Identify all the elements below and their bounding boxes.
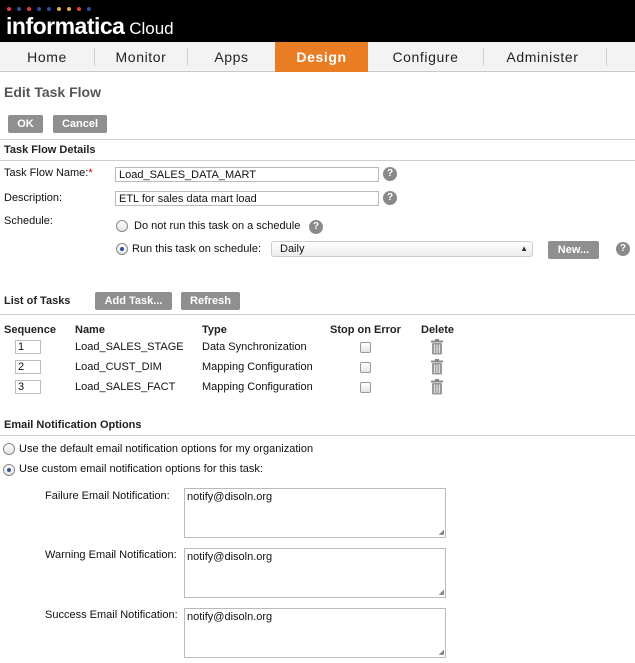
- nav-home[interactable]: Home: [0, 42, 94, 72]
- resize-handle-icon[interactable]: ◢: [439, 649, 444, 656]
- col-header-sequence: Sequence: [4, 324, 56, 336]
- divider: [0, 314, 635, 315]
- no-schedule-label: Do not run this task on a schedule: [134, 220, 301, 232]
- refresh-button[interactable]: Refresh: [181, 292, 240, 310]
- brand-product: Cloud: [124, 19, 174, 38]
- sequence-input[interactable]: 2: [15, 360, 41, 374]
- task-type: Mapping Configuration: [202, 361, 313, 373]
- col-header-type: Type: [202, 324, 227, 336]
- sequence-input[interactable]: 1: [15, 340, 41, 354]
- task-flow-name-input[interactable]: [115, 167, 379, 182]
- brand-dot: [77, 7, 81, 11]
- tasks-section-title: List of Tasks: [4, 295, 71, 307]
- help-icon[interactable]: ?: [383, 167, 397, 181]
- description-input[interactable]: [115, 191, 379, 206]
- brand-dot: [17, 7, 21, 11]
- required-marker: *: [88, 167, 93, 179]
- task-flow-name-label: Task Flow Name:*: [4, 167, 93, 179]
- brand-dot: [47, 7, 51, 11]
- email-section-title: Email Notification Options: [4, 419, 142, 431]
- nav-design[interactable]: Design: [275, 42, 368, 72]
- brand-dot: [67, 7, 71, 11]
- schedule-label: Schedule:: [4, 215, 53, 227]
- main-nav: Home Monitor Apps Design Configure Admin…: [0, 42, 635, 72]
- page-title: Edit Task Flow: [4, 84, 101, 100]
- task-type: Data Synchronization: [202, 341, 307, 353]
- new-schedule-button[interactable]: New...: [548, 241, 599, 259]
- stop-on-error-checkbox[interactable]: [360, 382, 371, 393]
- custom-email-label: Use custom email notification options fo…: [19, 463, 263, 475]
- schedule-select[interactable]: Daily ▲: [271, 241, 533, 257]
- brand-dot: [37, 7, 41, 11]
- success-email-label: Success Email Notification:: [45, 609, 178, 621]
- failure-email-value: notify@disoln.org: [187, 491, 273, 503]
- warning-email-field[interactable]: notify@disoln.org ◢: [184, 548, 446, 598]
- nav-configure[interactable]: Configure: [368, 42, 483, 72]
- add-task-button[interactable]: Add Task...: [95, 292, 172, 310]
- col-header-stop-on-error: Stop on Error: [330, 324, 401, 336]
- run-schedule-radio[interactable]: [116, 243, 128, 255]
- col-header-delete: Delete: [421, 324, 455, 336]
- brand-name: informatica: [6, 13, 125, 39]
- brand-dot: [87, 7, 91, 11]
- help-icon[interactable]: ?: [616, 242, 630, 256]
- failure-email-label: Failure Email Notification:: [45, 490, 170, 502]
- ok-button[interactable]: OK: [8, 115, 43, 133]
- select-arrows-icon: ▲: [520, 244, 528, 253]
- brand-dot: [27, 7, 31, 11]
- trash-icon[interactable]: [430, 339, 444, 355]
- resize-handle-icon[interactable]: ◢: [439, 589, 444, 596]
- success-email-value: notify@disoln.org: [187, 611, 273, 623]
- help-icon[interactable]: ?: [383, 191, 397, 205]
- custom-email-radio[interactable]: [3, 464, 15, 476]
- task-name: Load_CUST_DIM: [75, 361, 162, 373]
- brand-dot: [7, 7, 11, 11]
- nav-apps[interactable]: Apps: [188, 42, 275, 72]
- nav-administer[interactable]: Administer: [484, 42, 601, 72]
- warning-email-value: notify@disoln.org: [187, 551, 273, 563]
- description-label: Description:: [4, 192, 63, 204]
- run-schedule-label: Run this task on schedule:: [132, 243, 262, 255]
- task-type: Mapping Configuration: [202, 381, 313, 393]
- task-name: Load_SALES_STAGE: [75, 341, 184, 353]
- trash-icon[interactable]: [430, 379, 444, 395]
- brand-dot: [57, 7, 61, 11]
- details-section-title: Task Flow Details: [4, 144, 96, 156]
- task-name: Load_SALES_FACT: [75, 381, 176, 393]
- failure-email-field[interactable]: notify@disoln.org ◢: [184, 488, 446, 538]
- default-email-label: Use the default email notification optio…: [19, 443, 314, 455]
- help-icon[interactable]: ?: [309, 220, 323, 234]
- stop-on-error-checkbox[interactable]: [360, 342, 371, 353]
- cancel-button[interactable]: Cancel: [53, 115, 107, 133]
- stop-on-error-checkbox[interactable]: [360, 362, 371, 373]
- default-email-radio[interactable]: [3, 443, 15, 455]
- schedule-select-value: Daily: [280, 243, 305, 255]
- sequence-input[interactable]: 3: [15, 380, 41, 394]
- resize-handle-icon[interactable]: ◢: [439, 529, 444, 536]
- success-email-field[interactable]: notify@disoln.org ◢: [184, 608, 446, 658]
- divider: [0, 139, 635, 140]
- divider: [0, 160, 635, 161]
- warning-email-label: Warning Email Notification:: [45, 549, 177, 561]
- nav-monitor[interactable]: Monitor: [95, 42, 187, 72]
- top-banner: informatica Cloud: [0, 0, 635, 42]
- brand-logo: informatica Cloud: [6, 12, 174, 43]
- divider: [0, 435, 635, 436]
- col-header-name: Name: [75, 324, 105, 336]
- task-flow-name-label-text: Task Flow Name:: [4, 167, 89, 179]
- trash-icon[interactable]: [430, 359, 444, 375]
- no-schedule-radio[interactable]: [116, 220, 128, 232]
